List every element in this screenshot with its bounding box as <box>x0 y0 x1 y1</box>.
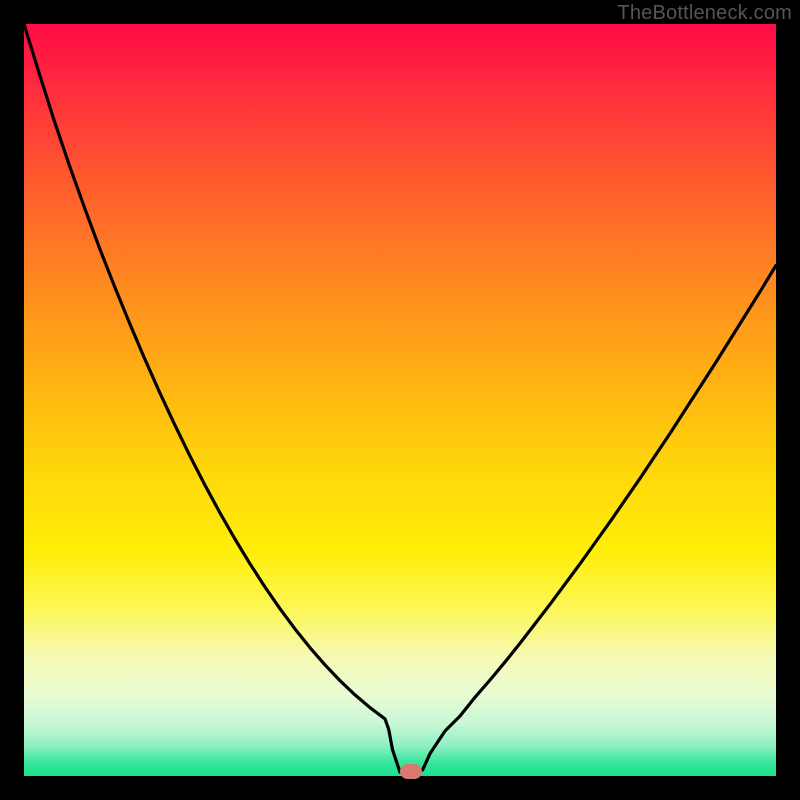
bottleneck-curve <box>24 24 776 776</box>
plot-area <box>24 24 776 776</box>
curve-path <box>24 24 776 772</box>
minimum-marker <box>400 764 422 779</box>
attribution-text: TheBottleneck.com <box>617 2 792 25</box>
chart-stage: TheBottleneck.com <box>0 0 800 800</box>
